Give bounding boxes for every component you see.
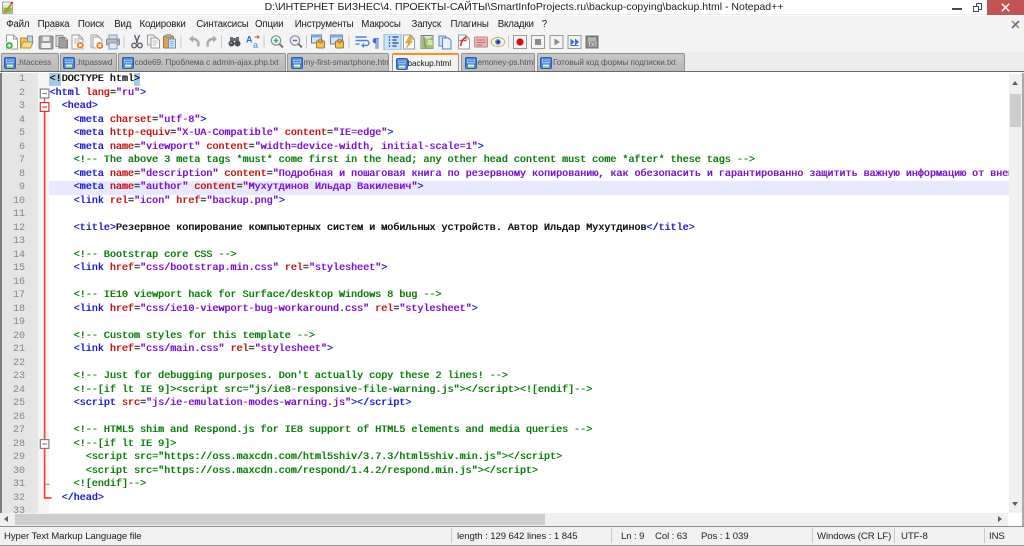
svg-text:¶: ¶ — [372, 36, 380, 50]
svg-text:TXT: TXT — [588, 43, 597, 49]
svg-text:A: A — [246, 35, 253, 45]
svg-text:a: a — [253, 40, 259, 50]
